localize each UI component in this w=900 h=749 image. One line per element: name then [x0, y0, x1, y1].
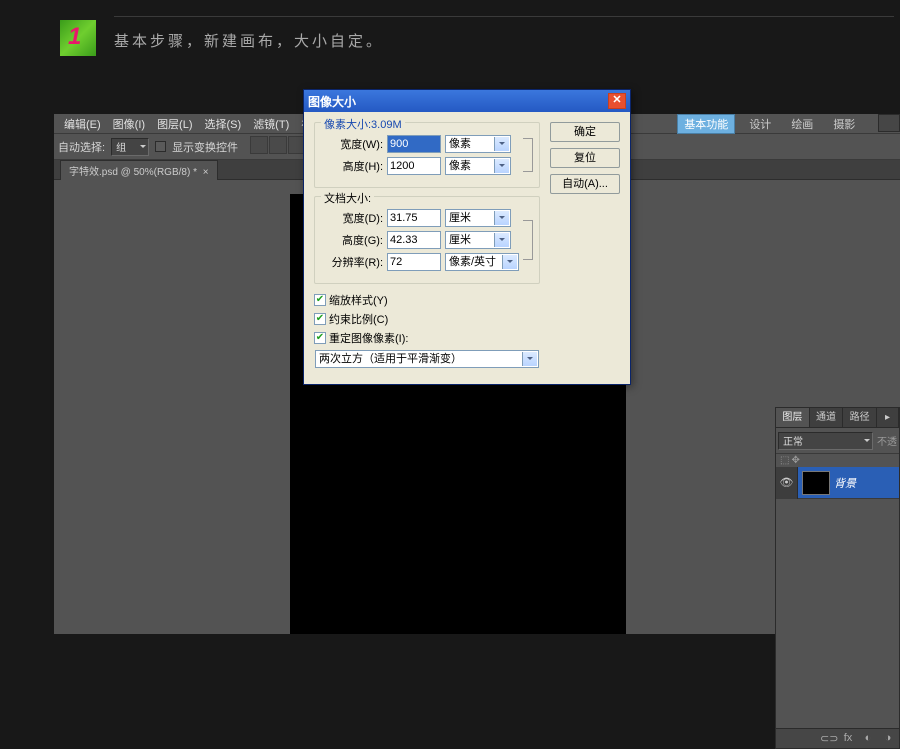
auto-button[interactable]: 自动(A)...: [550, 174, 620, 194]
align-icon[interactable]: [269, 136, 287, 154]
doc-width-input[interactable]: [387, 209, 441, 227]
constrain-checkbox[interactable]: ✔: [314, 313, 326, 325]
resolution-input[interactable]: [387, 253, 441, 271]
align-icon[interactable]: [250, 136, 268, 154]
show-transform-checkbox[interactable]: [155, 141, 166, 152]
document-size-legend: 文档大小:: [321, 190, 374, 206]
step-number-badge: 1: [60, 20, 96, 56]
height-label: 高度(H):: [321, 158, 383, 174]
scale-styles-label: 缩放样式(Y): [329, 292, 388, 308]
blend-mode-select[interactable]: 正常: [778, 432, 873, 450]
menu-layer[interactable]: 图层(L): [151, 116, 198, 132]
scale-styles-checkbox[interactable]: ✔: [314, 294, 326, 306]
menu-image[interactable]: 图像(I): [107, 116, 151, 132]
resample-label: 重定图像像素(I):: [329, 330, 408, 346]
layer-thumbnail[interactable]: [802, 471, 830, 495]
tab-layers[interactable]: 图层: [776, 408, 810, 427]
dialog-title: 图像大小: [308, 93, 356, 110]
pixel-dimensions-legend: 像素大小:3.09M: [321, 116, 405, 132]
resolution-label: 分辨率(R):: [321, 254, 383, 270]
layers-panel: 图层 通道 路径 ▸ 正常 不透 ⬚ ✥ 👁 背景 ⊂⊃ fx ◐ ◑: [775, 407, 900, 749]
menu-select[interactable]: 选择(S): [199, 116, 248, 132]
lock-pixels-icon[interactable]: ⬚: [780, 455, 789, 466]
resolution-unit-select[interactable]: 像素/英寸: [445, 253, 519, 271]
width-label: 宽度(W):: [321, 136, 383, 152]
workspace-design[interactable]: 设计: [743, 116, 777, 132]
step-description: 基本步骤，新建画布，大小自定。: [114, 31, 384, 53]
visibility-eye-icon[interactable]: 👁: [776, 467, 798, 499]
reset-button[interactable]: 复位: [550, 148, 620, 168]
autoselect-target-select[interactable]: 组: [111, 138, 149, 156]
width-unit-select[interactable]: 像素: [445, 135, 511, 153]
lock-row: ⬚ ✥: [776, 454, 899, 467]
layer-name: 背景: [834, 475, 856, 491]
height-input[interactable]: [387, 157, 441, 175]
document-tab-label: 字特效.psd @ 50%(RGB/8) *: [69, 167, 197, 178]
doc-height-label: 高度(G):: [321, 232, 383, 248]
resample-checkbox[interactable]: ✔: [314, 332, 326, 344]
doc-height-input[interactable]: [387, 231, 441, 249]
workspace-basic-button[interactable]: 基本功能: [677, 114, 735, 134]
constrain-label: 约束比例(C): [329, 311, 388, 327]
tab-paths[interactable]: 路径: [843, 408, 877, 427]
doc-height-unit-select[interactable]: 厘米: [445, 231, 511, 249]
close-tab-icon[interactable]: ×: [203, 167, 209, 178]
opacity-label: 不透: [877, 433, 897, 448]
workspace-paint[interactable]: 绘画: [785, 116, 819, 132]
link-doc-dimensions-icon[interactable]: [523, 220, 533, 260]
menu-edit[interactable]: 编辑(E): [58, 116, 107, 132]
close-icon[interactable]: ✕: [608, 93, 626, 109]
adjustment-icon[interactable]: ◑: [880, 732, 896, 746]
autoselect-label: 自动选择:: [58, 139, 105, 155]
lock-position-icon[interactable]: ✥: [791, 455, 799, 466]
document-tab[interactable]: 字特效.psd @ 50%(RGB/8) * ×: [60, 160, 218, 180]
tab-channels[interactable]: 通道: [810, 408, 844, 427]
layer-background[interactable]: 👁 背景: [776, 467, 899, 499]
ok-button[interactable]: 确定: [550, 122, 620, 142]
doc-width-unit-select[interactable]: 厘米: [445, 209, 511, 227]
resample-method-select[interactable]: 两次立方（适用于平滑渐变）: [315, 350, 539, 368]
fx-icon[interactable]: fx: [840, 732, 856, 746]
width-input[interactable]: [387, 135, 441, 153]
height-unit-select[interactable]: 像素: [445, 157, 511, 175]
doc-width-label: 宽度(D):: [321, 210, 383, 226]
mask-icon[interactable]: ◐: [860, 732, 876, 746]
menu-filter[interactable]: 滤镜(T): [247, 116, 295, 132]
panel-menu-icon[interactable]: ▸: [877, 408, 899, 427]
workspace-photo[interactable]: 摄影: [827, 116, 861, 132]
show-transform-label: 显示变换控件: [172, 139, 238, 155]
link-layers-icon[interactable]: ⊂⊃: [820, 732, 836, 746]
image-size-dialog: 图像大小 ✕ 像素大小:3.09M 宽度(W): 像素 高度(H):: [303, 89, 631, 385]
link-dimensions-icon[interactable]: [523, 138, 533, 172]
panel-toggle-icon[interactable]: [878, 114, 900, 132]
